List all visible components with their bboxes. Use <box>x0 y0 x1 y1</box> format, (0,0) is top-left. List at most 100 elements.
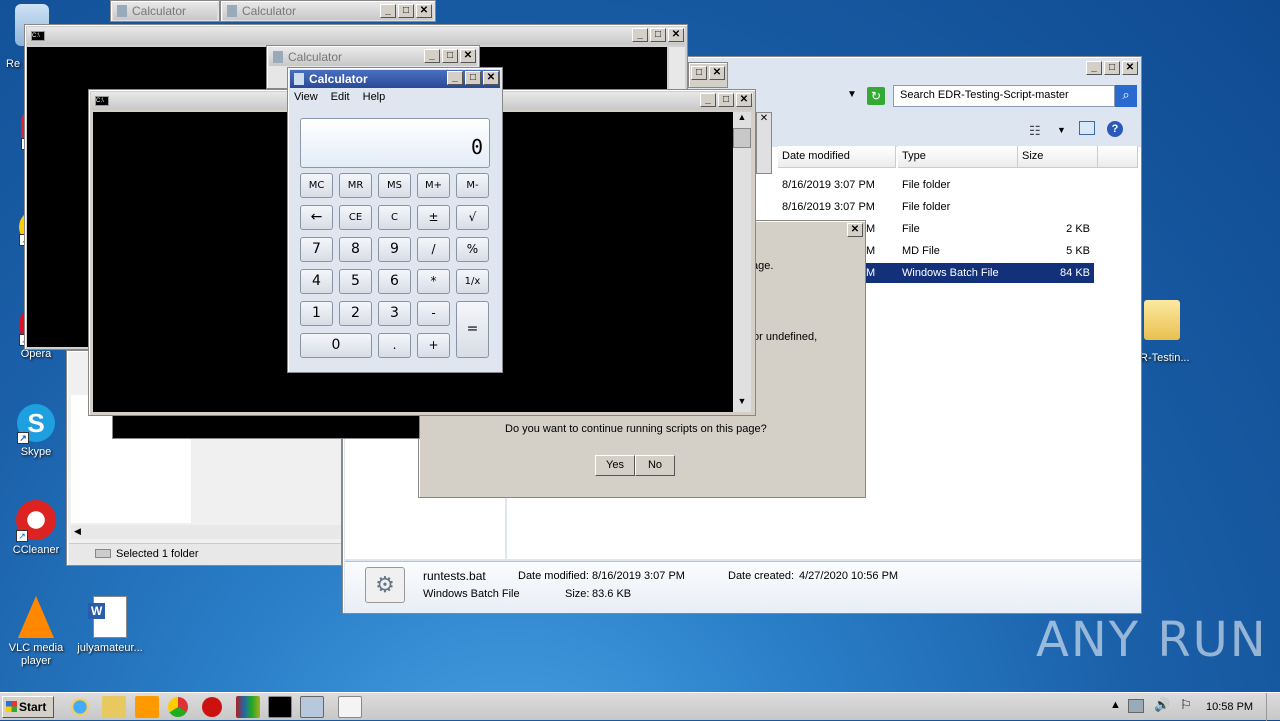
calculator-taskbar-icon[interactable] <box>300 696 324 718</box>
calc-0-button[interactable]: 0 <box>300 333 372 358</box>
help-icon[interactable]: ? <box>1107 121 1123 137</box>
calc-7-button[interactable]: 7 <box>300 237 333 262</box>
chrome-icon[interactable] <box>168 697 188 717</box>
calc-reciprocal-button[interactable]: 1/x <box>456 269 489 294</box>
calc-mc-button[interactable]: MC <box>300 173 333 198</box>
start-button[interactable]: Start <box>2 696 54 718</box>
calc-decimal-button[interactable]: . <box>378 333 411 358</box>
details-size-label: Size: <box>565 588 590 600</box>
calc-equals-button[interactable]: = <box>456 301 489 358</box>
table-row[interactable]: 8/16/2019 3:07 PM File folder <box>778 197 1094 217</box>
calculator-window-back-1[interactable]: Calculator <box>110 0 220 22</box>
search-icon[interactable]: ⌕ <box>1115 85 1137 107</box>
close-button[interactable]: ✕ <box>416 4 432 18</box>
calc-ms-button[interactable]: MS <box>378 173 411 198</box>
preview-pane-icon[interactable] <box>1079 121 1095 135</box>
tray-up-arrow-icon[interactable]: ▲ <box>1110 699 1121 711</box>
table-row[interactable]: 8/16/2019 3:07 PM File folder <box>778 175 1094 195</box>
maximize-button[interactable]: □ <box>650 28 666 42</box>
no-button[interactable]: No <box>635 455 675 476</box>
maximize-button[interactable]: □ <box>1104 61 1120 75</box>
scroll-thumb[interactable] <box>733 128 751 148</box>
address-dropdown-icon[interactable]: ▼ <box>847 89 857 100</box>
desktop-icon-ccleaner[interactable]: ↗ CCleaner <box>0 500 72 556</box>
close-button[interactable]: ✕ <box>460 49 476 63</box>
calc-add-button[interactable]: + <box>417 333 450 358</box>
column-date-modified[interactable]: Date modified <box>778 146 896 168</box>
calc-1-button[interactable]: 1 <box>300 301 333 326</box>
maximize-button[interactable]: □ <box>465 71 481 85</box>
calc-c-button[interactable]: C <box>378 205 411 230</box>
menu-view[interactable]: View <box>294 91 318 103</box>
menu-edit[interactable]: Edit <box>331 91 350 103</box>
calc-plusminus-button[interactable]: ± <box>417 205 450 230</box>
calc-5-button[interactable]: 5 <box>339 269 372 294</box>
calc-backspace-button[interactable]: ← <box>300 205 333 230</box>
winrar-icon[interactable] <box>236 696 260 718</box>
minimize-button[interactable]: _ <box>700 93 716 107</box>
tray-volume-icon[interactable]: 🔊 <box>1154 697 1170 713</box>
search-input[interactable]: Search EDR-Testing-Script-master <box>893 85 1115 107</box>
close-button[interactable]: ✕ <box>483 71 499 85</box>
desktop-icon-word-doc[interactable]: W julyamateur... <box>74 596 146 654</box>
notepad-taskbar-icon[interactable] <box>338 696 362 718</box>
opera-icon[interactable] <box>202 697 222 717</box>
calc-subtract-button[interactable]: - <box>417 301 450 326</box>
menu-help[interactable]: Help <box>363 91 386 103</box>
maximize-button[interactable]: □ <box>398 4 414 18</box>
explorer-icon[interactable] <box>102 696 126 718</box>
desktop-icon-vlc[interactable]: VLC media player <box>0 596 72 668</box>
calc-sqrt-button[interactable]: √ <box>456 205 489 230</box>
window-title: Calculator <box>242 4 297 18</box>
scroll-down-icon[interactable]: ▼ <box>733 396 751 412</box>
media-player-icon[interactable] <box>135 696 159 718</box>
calc-percent-button[interactable]: % <box>456 237 489 262</box>
calc-8-button[interactable]: 8 <box>339 237 372 262</box>
tray-flag-icon[interactable]: ⚐ <box>1180 697 1192 713</box>
scrollbar-horizontal[interactable]: ◀ <box>71 525 341 539</box>
column-size[interactable]: Size <box>1018 146 1098 168</box>
calc-6-button[interactable]: 6 <box>378 269 411 294</box>
calc-mminus-button[interactable]: M- <box>456 173 489 198</box>
calc-divide-button[interactable]: / <box>417 237 450 262</box>
view-dropdown-icon[interactable]: ▼ <box>1057 125 1066 135</box>
vertical-scrollbar[interactable]: ▲ ▼ <box>733 112 751 412</box>
view-options-icon[interactable]: ☷ <box>1029 123 1041 139</box>
ie-icon[interactable] <box>68 696 92 718</box>
tray-network-icon[interactable] <box>1128 699 1144 713</box>
refresh-icon[interactable]: ↻ <box>867 87 885 105</box>
calc-multiply-button[interactable]: * <box>417 269 450 294</box>
minimize-button[interactable]: _ <box>380 4 396 18</box>
scroll-left-icon[interactable]: ◀ <box>71 526 81 536</box>
scroll-up-icon[interactable]: ▲ <box>733 112 751 128</box>
close-button[interactable]: ✕ <box>668 28 684 42</box>
minimize-button[interactable]: _ <box>424 49 440 63</box>
yes-button[interactable]: Yes <box>595 455 635 476</box>
minimize-button[interactable]: _ <box>1086 61 1102 75</box>
desktop-icon-skype[interactable]: S ↗ Skype <box>0 404 72 458</box>
calc-ce-button[interactable]: CE <box>339 205 372 230</box>
calc-4-button[interactable]: 4 <box>300 269 333 294</box>
close-button[interactable]: ✕ <box>847 223 863 237</box>
minimize-button[interactable]: _ <box>632 28 648 42</box>
calc-mr-button[interactable]: MR <box>339 173 372 198</box>
calculator-window-back-2[interactable]: Calculator _ □ ✕ <box>220 0 436 22</box>
cmd-window-fragment[interactable]: □ ✕ <box>688 62 728 88</box>
maximize-button[interactable]: □ <box>691 66 707 80</box>
show-desktop-button[interactable] <box>1266 693 1280 721</box>
maximize-button[interactable]: □ <box>718 93 734 107</box>
cmd-taskbar-icon[interactable] <box>268 696 292 718</box>
close-button[interactable]: ✕ <box>1122 61 1138 75</box>
calc-3-button[interactable]: 3 <box>378 301 411 326</box>
close-button[interactable]: ✕ <box>736 93 752 107</box>
calc-9-button[interactable]: 9 <box>378 237 411 262</box>
column-type[interactable]: Type <box>898 146 1018 168</box>
calc-2-button[interactable]: 2 <box>339 301 372 326</box>
calc-mplus-button[interactable]: M+ <box>417 173 450 198</box>
maximize-button[interactable]: □ <box>442 49 458 63</box>
scrollbar-fragment[interactable]: ✕ <box>756 112 772 174</box>
taskbar-clock[interactable]: 10:58 PM <box>1206 701 1253 713</box>
minimize-button[interactable]: _ <box>447 71 463 85</box>
close-button[interactable]: ✕ <box>709 66 725 80</box>
close-icon[interactable]: ✕ <box>757 113 771 124</box>
